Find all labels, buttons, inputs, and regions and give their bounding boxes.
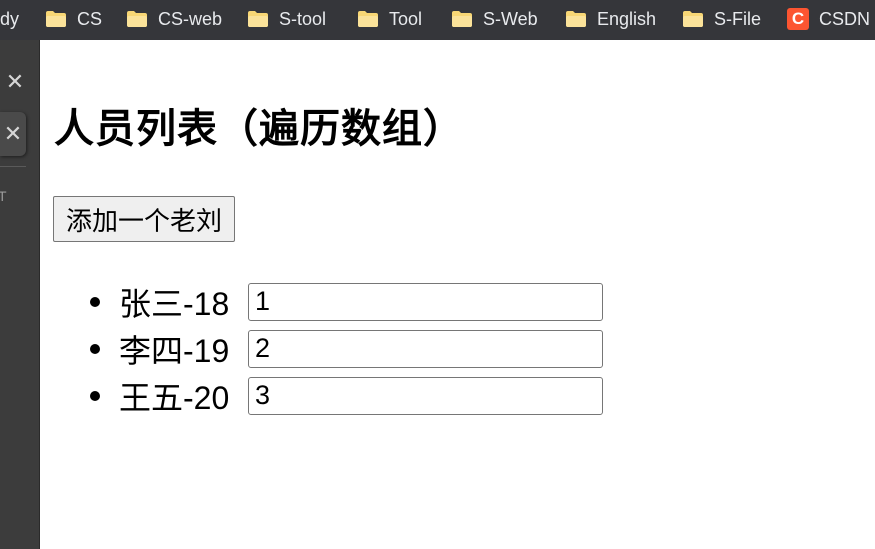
- folder-icon: [126, 10, 148, 28]
- bookmark-s-tool[interactable]: S-tool: [247, 6, 326, 32]
- list-item: 王五-20: [80, 372, 603, 419]
- person-label: 李四-19: [119, 332, 230, 369]
- folder-icon: [247, 10, 269, 28]
- bullet-icon: [90, 343, 100, 354]
- person-label: 王五-20: [119, 379, 230, 416]
- person-label: 张三-18: [119, 285, 230, 322]
- bullet-icon: [90, 296, 100, 307]
- bookmark-label: CS: [77, 8, 103, 29]
- bookmark-label: CS-web: [158, 8, 223, 29]
- close-icon[interactable]: ✕: [0, 60, 30, 104]
- side-panel: ✕ ✕ T: [0, 40, 40, 549]
- person-input[interactable]: [248, 282, 603, 321]
- add-person-button[interactable]: 添加一个老刘: [53, 196, 236, 242]
- bookmark-label: S-Web: [483, 8, 538, 29]
- person-input[interactable]: [248, 329, 603, 368]
- bullet-icon: [90, 390, 100, 401]
- bookmark-label: Tool: [389, 8, 423, 29]
- side-divider: [0, 166, 26, 167]
- folder-icon: [682, 10, 704, 28]
- bookmark-partial-label[interactable]: dy: [0, 9, 19, 30]
- person-list: 张三-18 李四-19 王五-20: [80, 278, 603, 419]
- bookmark-cs[interactable]: CS: [45, 6, 102, 32]
- page-content: 人员列表（遍历数组） 添加一个老刘 张三-18 李四-19 王五-20: [40, 40, 875, 549]
- bookmark-label: S-File: [714, 8, 762, 29]
- bookmark-english[interactable]: English: [565, 6, 656, 32]
- bookmark-tool[interactable]: Tool: [357, 6, 422, 32]
- folder-icon: [357, 10, 379, 28]
- bookmark-label: English: [597, 8, 657, 29]
- list-item: 张三-18: [80, 278, 603, 325]
- csdn-icon: C: [787, 8, 809, 30]
- folder-icon: [451, 10, 473, 28]
- bookmark-csdn[interactable]: C CSDN: [787, 6, 870, 32]
- folder-icon: [565, 10, 587, 28]
- page-title: 人员列表（遍历数组）: [54, 107, 464, 151]
- person-input[interactable]: [248, 376, 603, 415]
- side-label: T: [0, 188, 7, 204]
- folder-icon: [45, 10, 67, 28]
- bookmark-label: S-tool: [279, 8, 327, 29]
- bookmark-s-web[interactable]: S-Web: [451, 6, 538, 32]
- bookmark-label: CSDN: [819, 8, 871, 29]
- list-item: 李四-19: [80, 325, 603, 372]
- bookmarks-bar: dy CS CS-web S-tool Tool S-Web English S…: [0, 0, 875, 40]
- bookmark-s-file[interactable]: S-File: [682, 6, 761, 32]
- bookmark-cs-web[interactable]: CS-web: [126, 6, 222, 32]
- close-icon[interactable]: ✕: [0, 112, 26, 156]
